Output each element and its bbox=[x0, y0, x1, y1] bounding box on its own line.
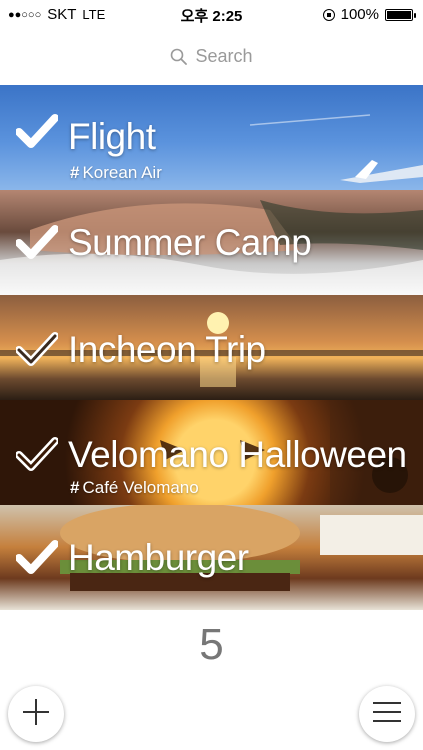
search-placeholder: Search bbox=[195, 45, 253, 66]
status-bar: ●●○○○ SKT LTE 오후 2:25 100% bbox=[0, 0, 423, 28]
flight-photo bbox=[0, 85, 423, 190]
checkmark-outline-icon[interactable] bbox=[15, 331, 59, 372]
status-right: 100% bbox=[322, 6, 416, 23]
list-item-velomano-halloween[interactable]: Velomano Halloween # Café Velomano bbox=[0, 400, 423, 505]
rotation-lock-icon bbox=[322, 8, 335, 21]
item-title: Flight bbox=[68, 116, 156, 157]
item-title: Velomano Halloween bbox=[68, 434, 407, 475]
list-item-summer-camp[interactable]: Summer Camp bbox=[0, 190, 423, 295]
search-bar[interactable]: Search bbox=[0, 38, 423, 74]
battery-icon bbox=[385, 8, 416, 21]
list-item-incheon-trip[interactable]: Incheon Trip bbox=[0, 295, 423, 400]
item-tag: # Café Velomano bbox=[70, 478, 199, 497]
checkmark-icon[interactable] bbox=[15, 224, 59, 265]
checkmark-icon[interactable] bbox=[15, 539, 59, 580]
list-item-flight[interactable]: Flight # Korean Air bbox=[0, 85, 423, 190]
battery-percent: 100% bbox=[340, 6, 379, 23]
plus-icon bbox=[21, 697, 51, 732]
search-icon bbox=[170, 48, 188, 65]
hamburger-menu-icon bbox=[372, 701, 402, 728]
checkmark-outline-icon[interactable] bbox=[15, 436, 59, 477]
item-title: Hamburger bbox=[68, 537, 249, 578]
event-list: Flight # Korean Air Summer Camp Incheon … bbox=[0, 85, 423, 610]
item-count: 5 bbox=[199, 620, 224, 669]
item-tag: # Korean Air bbox=[70, 163, 162, 182]
add-button[interactable] bbox=[8, 686, 64, 742]
item-title: Summer Camp bbox=[68, 222, 312, 263]
checkmark-icon[interactable] bbox=[15, 113, 59, 154]
menu-button[interactable] bbox=[359, 686, 415, 742]
item-title: Incheon Trip bbox=[68, 329, 266, 370]
list-item-hamburger[interactable]: Hamburger bbox=[0, 505, 423, 610]
